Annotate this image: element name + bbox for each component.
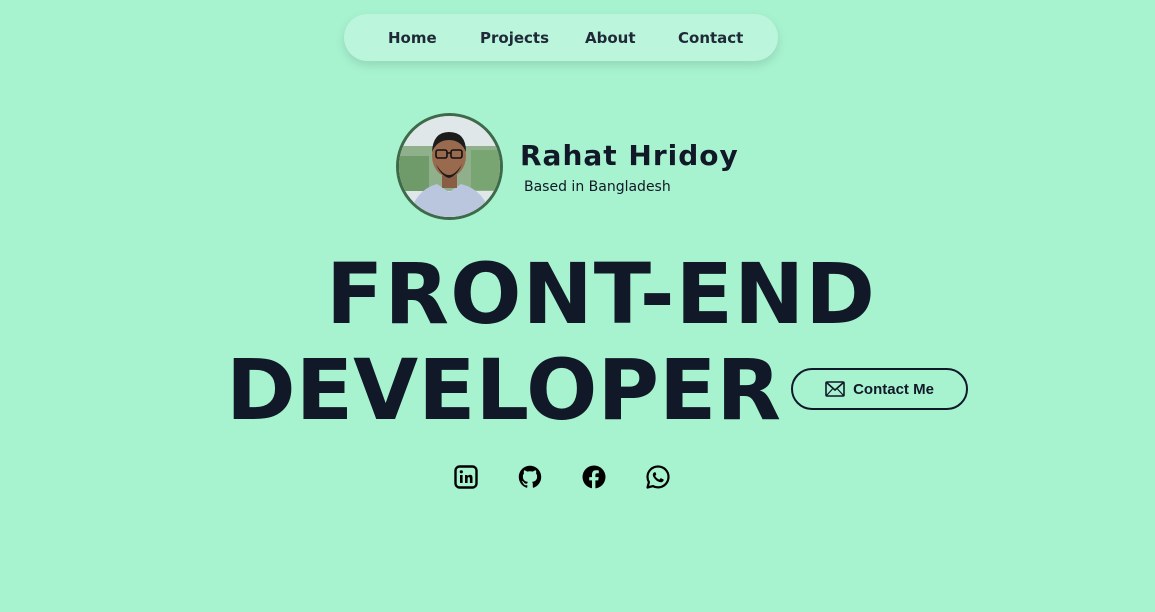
avatar-photo [399,116,500,217]
headline-line-1: FRONT-END [326,245,876,343]
avatar [396,113,503,220]
nav-projects-link[interactable]: Projects [480,29,549,47]
profile-location: Based in Bangladesh [524,179,671,195]
nav-about-link[interactable]: About [585,29,636,47]
nav-contact-link[interactable]: Contact [678,29,743,47]
top-nav: Home Projects About Contact [344,14,778,61]
facebook-icon[interactable] [582,465,606,489]
nav-home-link[interactable]: Home [388,29,437,47]
contact-me-label: Contact Me [853,380,934,398]
github-icon[interactable] [518,465,542,489]
profile-name: Rahat Hridoy [520,139,739,172]
headline-line-2: DEVELOPER [226,341,782,439]
whatsapp-icon[interactable] [646,465,670,489]
contact-me-button[interactable]: Contact Me [791,368,968,410]
linkedin-icon[interactable] [454,465,478,489]
envelope-icon [825,381,845,397]
